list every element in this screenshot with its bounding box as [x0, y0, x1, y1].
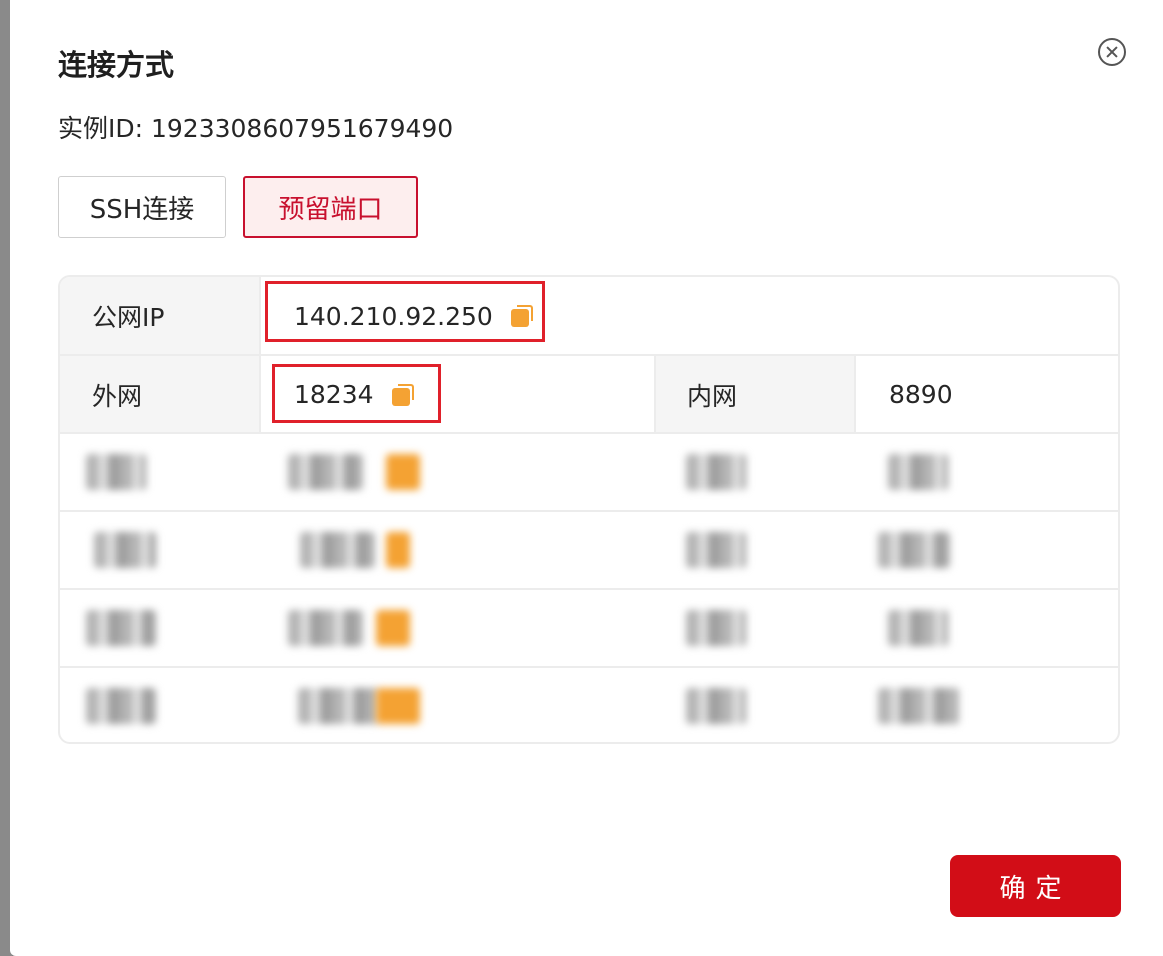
- divider: [259, 277, 261, 433]
- connection-dialog: 连接方式 实例ID: 1923308607951679490 SSH连接 预留端…: [10, 0, 1163, 956]
- public-ip-label-text: 公网IP: [92, 303, 165, 332]
- tab-reserved-port[interactable]: 预留端口: [243, 176, 418, 238]
- highlight-box: [265, 281, 545, 342]
- external-label: 外网: [60, 356, 260, 433]
- port-table: 公网IP 140.210.92.250 外网 18234 内网 8890: [58, 275, 1120, 744]
- highlight-box: [272, 364, 441, 423]
- redacted-row: [60, 512, 1118, 588]
- redacted-row: [60, 668, 1118, 742]
- close-icon[interactable]: [1098, 38, 1126, 66]
- internal-port-cell: 8890: [855, 356, 1118, 433]
- tab-ssh[interactable]: SSH连接: [58, 176, 226, 238]
- divider: [654, 356, 656, 433]
- redacted-row: [60, 434, 1118, 510]
- internal-label-text: 内网: [687, 381, 738, 411]
- public-ip-label: 公网IP: [60, 277, 260, 355]
- divider: [854, 356, 856, 433]
- confirm-button[interactable]: 确定: [950, 855, 1121, 917]
- internal-port-value: 8890: [889, 380, 953, 409]
- external-label-text: 外网: [92, 381, 143, 411]
- internal-label: 内网: [655, 356, 855, 433]
- redacted-row: [60, 590, 1118, 666]
- dialog-title: 连接方式: [58, 48, 175, 82]
- instance-id: 实例ID: 1923308607951679490: [58, 114, 454, 143]
